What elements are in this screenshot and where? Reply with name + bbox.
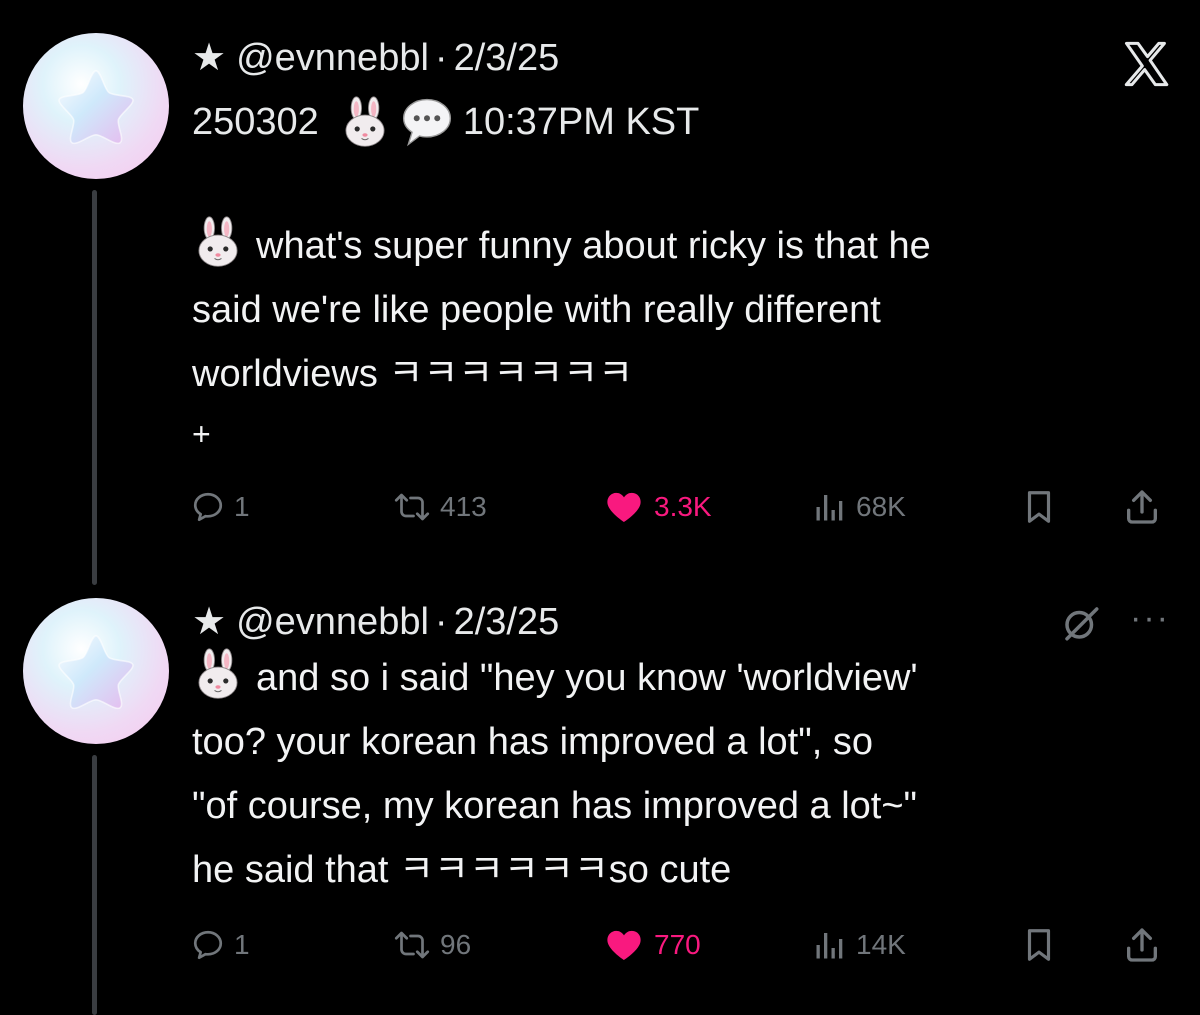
bunny-icon (339, 96, 391, 148)
avatar[interactable] (23, 598, 169, 744)
views-button[interactable]: 68K (812, 482, 906, 532)
repost-count: 96 (440, 929, 472, 960)
bookmark-button[interactable] (1020, 920, 1066, 970)
tweet[interactable]: ★ @evnnebbl · 2/3/25 250302 10:37PM KST … (192, 36, 1182, 462)
bookmark-icon (1020, 488, 1058, 526)
star-avatar-icon (56, 66, 136, 146)
share-button[interactable] (1122, 920, 1170, 970)
share-icon (1122, 925, 1162, 965)
repost-count: 413 (440, 491, 487, 522)
separator: · (434, 601, 448, 643)
views-button[interactable]: 14K (812, 920, 906, 970)
user-handle[interactable]: @evnnebbl (236, 600, 429, 644)
repost-icon (392, 927, 432, 963)
bunny-icon (192, 216, 244, 268)
reply-icon (190, 489, 226, 525)
tweet-actions: 1 413 3.3K 68K (190, 482, 1180, 532)
tweet-text: and so i said "hey you know 'worldview' … (192, 646, 1182, 902)
like-button[interactable]: 3.3K (602, 482, 712, 532)
tweet-subheader: 250302 10:37PM KST (192, 94, 1182, 150)
views-icon (812, 927, 848, 963)
star-symbol: ★ (192, 37, 227, 79)
heart-icon (602, 487, 646, 527)
bookmark-button[interactable] (1020, 482, 1066, 532)
tweet-text-line: + (192, 416, 211, 452)
tweet-date[interactable]: 2/3/25 (454, 36, 560, 80)
repost-icon (392, 489, 432, 525)
repost-button[interactable]: 96 (392, 920, 471, 970)
star-symbol: ★ (192, 601, 227, 643)
speech-bubble-icon (402, 98, 451, 147)
reply-count: 1 (234, 929, 250, 960)
tweet-text: what's super funny about ricky is that h… (192, 214, 1182, 462)
tweet-text-line: what's super funny about ricky is that h… (256, 225, 931, 267)
thread-line (92, 755, 97, 1015)
tweet-actions: 1 96 770 14K (190, 920, 1180, 970)
tweet-text-line: "of course, my korean has improved a lot… (192, 785, 918, 827)
views-count: 14K (856, 929, 906, 960)
star-avatar-icon (56, 631, 136, 711)
tweet[interactable]: ★ @evnnebbl · 2/3/25 ··· and so i said "… (192, 599, 1182, 902)
like-count: 770 (654, 929, 701, 960)
heart-icon (602, 925, 646, 965)
like-button[interactable]: 770 (602, 920, 701, 970)
subheader-date: 250302 (192, 101, 319, 143)
share-icon (1122, 487, 1162, 527)
tweet-text-line: worldviews ㅋㅋㅋㅋㅋㅋㅋ (192, 353, 634, 395)
avatar[interactable] (23, 33, 169, 179)
reply-button[interactable]: 1 (190, 482, 250, 532)
tweet-date[interactable]: 2/3/25 (454, 600, 560, 644)
views-icon (812, 489, 848, 525)
tweet-header: ★ @evnnebbl · 2/3/25 ··· (192, 599, 1182, 644)
thread-line (92, 190, 97, 585)
grok-icon[interactable] (1060, 602, 1102, 644)
tweet-text-line: and so i said "hey you know 'worldview' (256, 657, 918, 699)
tweet-text-line: he said that ㅋㅋㅋㅋㅋㅋso cute (192, 849, 732, 891)
tweet-header: ★ @evnnebbl · 2/3/25 (192, 36, 1182, 80)
subheader-time: 10:37PM KST (462, 101, 700, 143)
reply-icon (190, 927, 226, 963)
bookmark-icon (1020, 926, 1058, 964)
like-count: 3.3K (654, 491, 712, 522)
user-handle[interactable]: @evnnebbl (236, 36, 429, 80)
more-options-button[interactable]: ··· (1130, 596, 1170, 640)
tweet-text-line: too? your korean has improved a lot", so (192, 721, 873, 763)
reply-button[interactable]: 1 (190, 920, 250, 970)
share-button[interactable] (1122, 482, 1170, 532)
tweet-text-line: said we're like people with really diffe… (192, 289, 881, 331)
repost-button[interactable]: 413 (392, 482, 487, 532)
reply-count: 1 (234, 491, 250, 522)
bunny-icon (192, 648, 244, 700)
separator: · (434, 37, 448, 79)
views-count: 68K (856, 491, 906, 522)
